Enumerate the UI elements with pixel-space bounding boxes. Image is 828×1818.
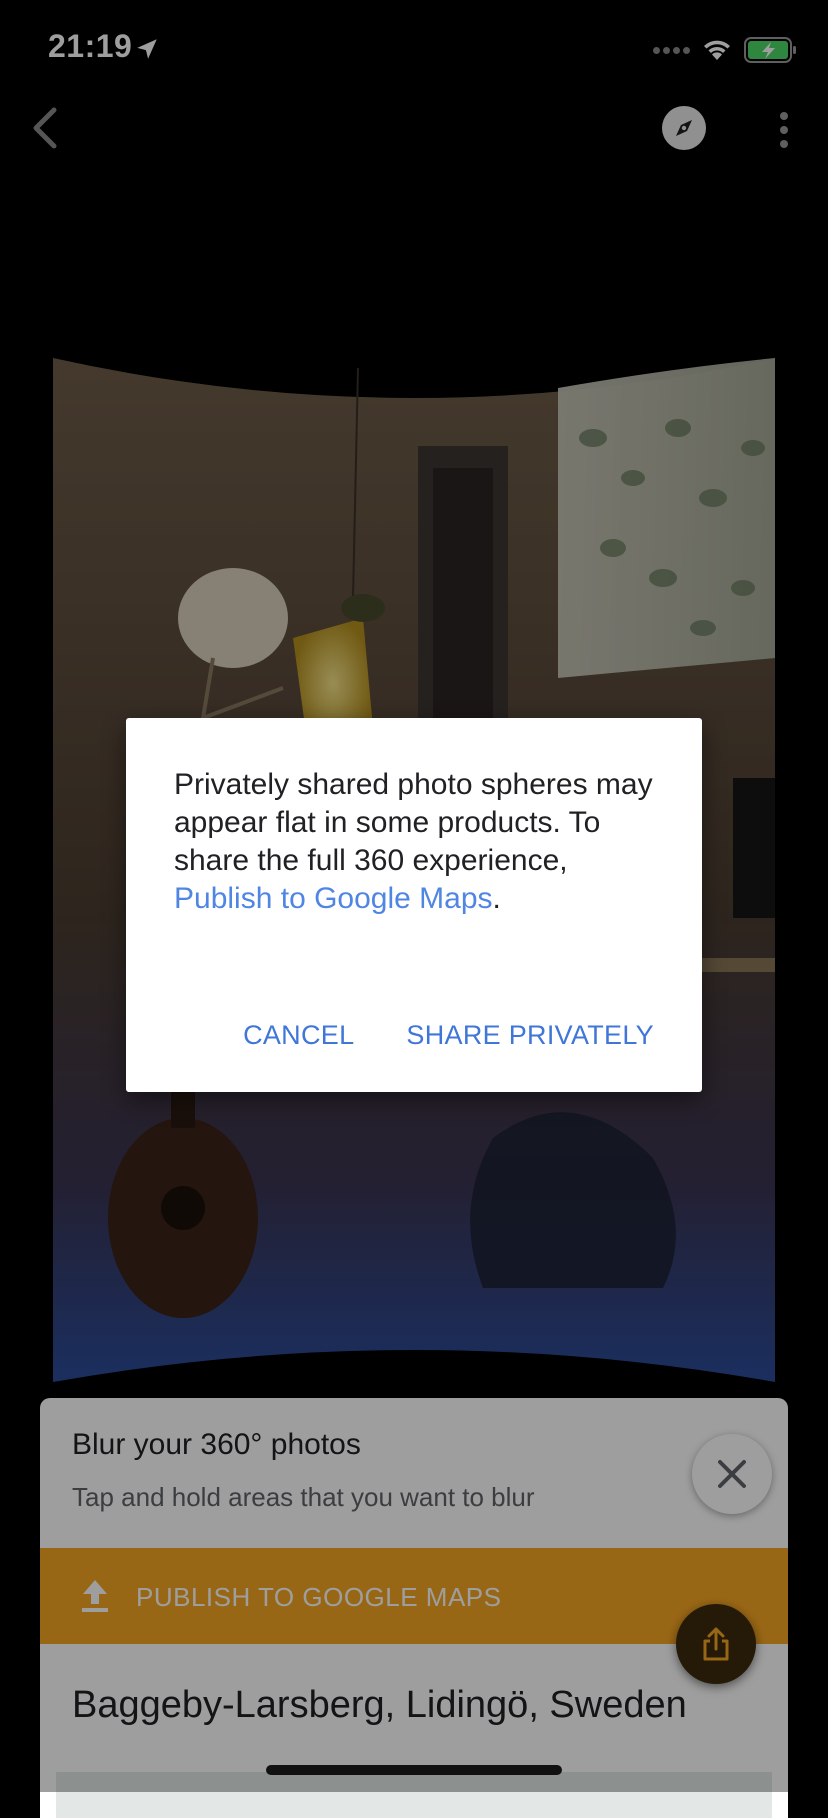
- compass-icon: [676, 120, 692, 136]
- back-chevron-icon[interactable]: [24, 104, 68, 152]
- status-time: 21:19: [48, 28, 133, 64]
- publish-to-google-maps-link[interactable]: Publish to Google Maps: [174, 882, 493, 915]
- status-bar: 21:19: [0, 0, 828, 100]
- bottom-sheet: Blur your 360° photos Tap and hold areas…: [40, 1398, 788, 1818]
- share-privately-dialog: Privately shared photo spheres may appea…: [126, 718, 702, 1092]
- share-privately-button[interactable]: SHARE PRIVATELY: [406, 1020, 654, 1051]
- dialog-actions: CANCEL SHARE PRIVATELY: [243, 1020, 654, 1051]
- close-icon: [718, 1460, 746, 1488]
- dialog-message: Privately shared photo spheres may appea…: [174, 766, 664, 918]
- location-arrow-icon: [137, 39, 157, 59]
- publish-label: PUBLISH TO GOOGLE MAPS: [136, 1582, 502, 1612]
- cancel-button[interactable]: CANCEL: [243, 1020, 354, 1051]
- blur-title: Blur your 360° photos: [72, 1428, 361, 1461]
- blur-subtitle: Tap and hold areas that you want to blur: [72, 1482, 535, 1512]
- dialog-message-text: Privately shared photo spheres may appea…: [174, 768, 653, 877]
- battery-charging-icon: [744, 37, 796, 63]
- cellular-signal-icon: [653, 46, 690, 54]
- map-preview[interactable]: [56, 1772, 772, 1818]
- dialog-message-end: .: [492, 882, 501, 915]
- home-indicator[interactable]: [266, 1765, 562, 1775]
- upload-icon: [82, 1580, 108, 1612]
- status-indicators: [653, 36, 798, 64]
- place-name: Baggeby-Larsberg, Lidingö, Sweden: [72, 1684, 687, 1726]
- wifi-icon: [704, 40, 730, 60]
- share-button[interactable]: [676, 1604, 756, 1684]
- publish-to-google-maps-button[interactable]: PUBLISH TO GOOGLE MAPS: [40, 1548, 788, 1644]
- compass-button[interactable]: [662, 106, 706, 150]
- more-vert-icon[interactable]: [770, 110, 798, 150]
- close-blur-button[interactable]: [692, 1434, 772, 1514]
- share-icon: [703, 1627, 729, 1661]
